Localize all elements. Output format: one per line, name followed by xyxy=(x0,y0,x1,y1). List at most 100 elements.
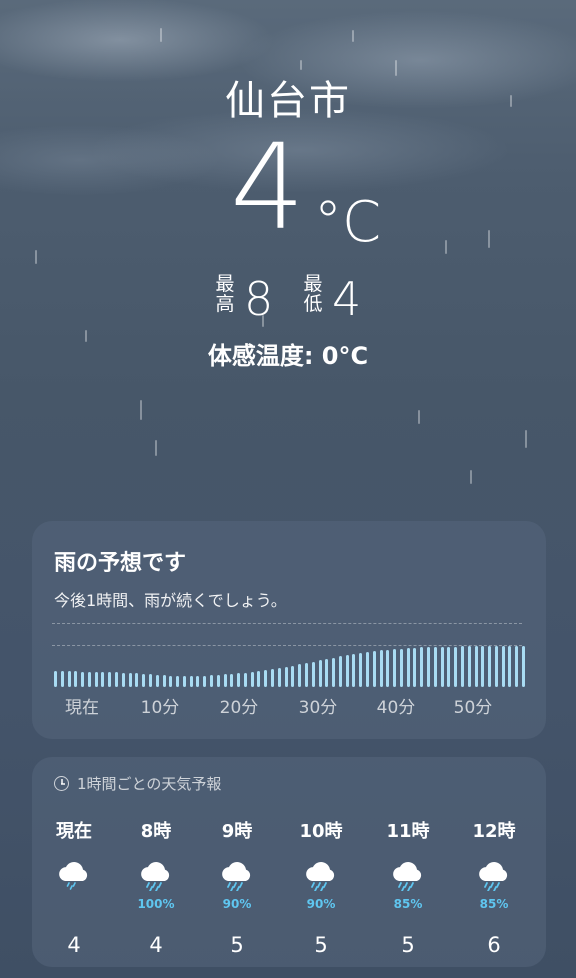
hour-temperature: 5 xyxy=(230,933,244,957)
hour-precip-chance: 100% xyxy=(137,897,175,911)
precip-bar xyxy=(277,668,281,687)
precip-bar xyxy=(318,660,322,687)
precip-bar xyxy=(67,671,71,687)
precip-bar xyxy=(474,646,478,687)
precip-bar xyxy=(60,671,64,687)
rain-streak xyxy=(35,250,37,264)
precip-bar xyxy=(169,675,173,687)
high-temperature: 8 xyxy=(244,272,274,326)
precip-bar xyxy=(454,646,458,687)
precip-bar xyxy=(338,656,342,687)
precip-bar xyxy=(433,646,437,687)
precip-bar xyxy=(182,675,186,687)
precip-bar xyxy=(223,674,227,687)
rain-streak xyxy=(140,400,142,420)
hour-precip-chance: 85% xyxy=(393,897,423,911)
precip-bar xyxy=(243,672,247,687)
precip-bar xyxy=(427,646,431,687)
hourly-item: 11時 85% 5 xyxy=(368,757,448,967)
precip-bar xyxy=(488,645,492,687)
precip-bar xyxy=(291,665,295,687)
precip-bar xyxy=(162,675,166,687)
precip-bar xyxy=(189,675,193,687)
precip-bar xyxy=(345,654,349,687)
precip-bar xyxy=(372,651,376,687)
hour-time: 9時 xyxy=(221,821,253,842)
precip-bar xyxy=(522,645,525,687)
precip-bar xyxy=(332,657,336,687)
precip-bar xyxy=(250,671,254,687)
precip-bar xyxy=(325,658,329,687)
hour-precip-chance: 90% xyxy=(222,897,252,911)
precip-bar xyxy=(304,663,308,687)
precip-bar xyxy=(413,647,417,687)
precip-bar xyxy=(121,672,125,687)
precip-bar xyxy=(467,646,471,687)
precip-bar xyxy=(399,648,403,687)
precip-bar xyxy=(176,675,180,687)
cloud-rain-icon xyxy=(138,855,174,892)
precip-bar xyxy=(148,674,152,687)
precip-bar xyxy=(155,674,159,687)
precipitation-card[interactable]: 雨の予想です 今後1時間、雨が続くでしょう。 現在 10分 20分 30分 40分 50分 xyxy=(32,521,546,739)
precip-bar xyxy=(379,650,383,687)
precip-bar xyxy=(87,671,91,687)
precip-bar xyxy=(298,664,302,687)
precip-tick-label: 40分 xyxy=(376,698,416,718)
hour-temperature: 5 xyxy=(401,933,415,957)
hour-temperature: 4 xyxy=(67,933,81,957)
hour-time: 現在 xyxy=(56,821,92,842)
precip-bar xyxy=(460,646,464,687)
hourly-item: 現在 4 xyxy=(34,757,114,967)
precip-bar-chart xyxy=(32,521,546,721)
rain-streak xyxy=(488,230,490,248)
precip-bar xyxy=(216,674,220,687)
hour-time: 11時 xyxy=(386,821,430,842)
precip-bar xyxy=(128,672,132,687)
rain-streak xyxy=(352,30,354,42)
precip-bar xyxy=(447,646,451,687)
cloud-rain-icon xyxy=(390,855,426,892)
precip-bar xyxy=(420,647,424,687)
hour-temperature: 6 xyxy=(487,933,501,957)
precip-bar xyxy=(311,661,315,687)
low-temperature: 4 xyxy=(332,272,362,326)
hourly-item: 8時 100% 4 xyxy=(116,757,196,967)
precip-bar xyxy=(264,669,268,687)
precip-bar xyxy=(406,648,410,687)
cloud-rain-light-icon xyxy=(56,855,92,891)
precip-bar xyxy=(135,673,139,687)
feels-like: 体感温度: 0°C xyxy=(207,342,369,370)
hourly-item: 10時 90% 5 xyxy=(281,757,361,967)
hourly-item: 12時 85% 6 xyxy=(454,757,534,967)
precip-bar xyxy=(352,653,356,687)
precip-bar xyxy=(94,671,98,687)
precip-bar xyxy=(101,671,105,687)
hourly-forecast-card[interactable]: 1時間ごとの天気予報 現在 4 8時 100% 4 9時 90% 5 10時 90% 5 11時 85%… xyxy=(32,757,546,967)
rain-streak xyxy=(525,430,527,448)
precip-bar xyxy=(515,645,519,687)
high-label: 最高 xyxy=(215,273,235,315)
precip-bar xyxy=(115,672,119,687)
cloud-rain-icon xyxy=(219,855,255,892)
precip-bar xyxy=(271,669,275,687)
cloud-rain-icon xyxy=(476,855,512,892)
hour-temperature: 4 xyxy=(149,933,163,957)
hour-time: 12時 xyxy=(472,821,516,842)
precip-bar xyxy=(366,652,369,687)
rain-streak xyxy=(155,440,157,456)
precip-tick-label: 10分 xyxy=(140,698,180,718)
hour-precip-chance: 85% xyxy=(479,897,509,911)
precip-bar xyxy=(203,675,207,687)
precip-bar xyxy=(501,645,505,687)
precip-bar xyxy=(284,667,288,687)
hour-time: 10時 xyxy=(299,821,343,842)
low-label: 最低 xyxy=(303,273,323,315)
precip-bar xyxy=(481,645,485,687)
precip-tick-label: 30分 xyxy=(298,698,338,718)
precip-bar xyxy=(74,671,78,687)
precip-bar xyxy=(142,673,146,687)
precip-bar xyxy=(508,645,512,687)
precip-bar xyxy=(81,671,85,687)
precip-bar xyxy=(257,670,261,687)
